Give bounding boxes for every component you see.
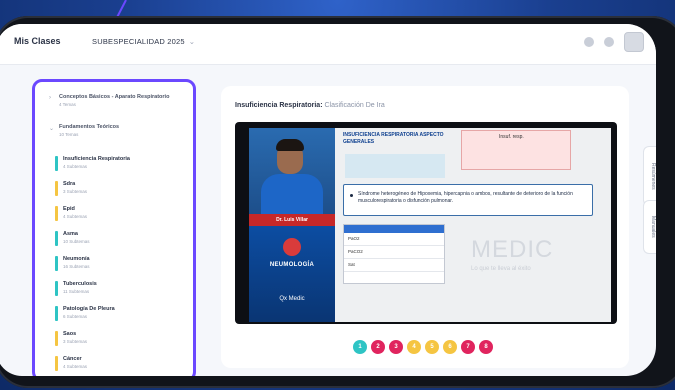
tab-resumenes[interactable]: Resúmenes xyxy=(643,146,656,206)
topic-item[interactable]: Asma 10 Subtemas xyxy=(55,231,193,246)
avatar[interactable] xyxy=(624,32,644,52)
topic-color-bar xyxy=(55,156,58,171)
pager-dot[interactable]: 2 xyxy=(371,340,385,354)
app-screen: Mis Clases SUBESPECIALIDAD 2025 ⌄ › Conce… xyxy=(0,24,656,376)
slide-table-header xyxy=(344,225,444,233)
breadcrumb-topic: Insuficiencia Respiratoria: xyxy=(235,102,323,109)
notification-icon[interactable] xyxy=(584,37,594,47)
course-selector[interactable]: SUBESPECIALIDAD 2025 ⌄ xyxy=(92,37,195,46)
topic-color-bar xyxy=(55,331,58,346)
slide-definition-text: Síndrome heterogéneo de Hipoxemia, hiper… xyxy=(358,191,573,204)
topic-color-bar xyxy=(55,256,58,271)
topic-name: Epid xyxy=(63,206,75,212)
pager-dot[interactable]: 8 xyxy=(479,340,493,354)
pager-dot[interactable]: 7 xyxy=(461,340,475,354)
tab-manuales[interactable]: Manuales xyxy=(643,200,656,254)
topics-sidebar: › Conceptos Básicos - Aparato Respirator… xyxy=(32,79,196,376)
topic-color-bar xyxy=(55,356,58,371)
breadcrumb-subtopic: Clasificación De Ira xyxy=(324,102,385,109)
section-subtitle: 10 Temas xyxy=(59,132,79,137)
presenter-panel: Dr. Luis Villar NEUMOLOGÍA Qx Medic xyxy=(249,128,335,322)
topic-item[interactable]: Epid 4 Subtemas xyxy=(55,206,193,221)
watermark: MEDIC xyxy=(471,236,554,263)
topic-count: 3 Subtemas xyxy=(63,189,88,194)
specialty-label: NEUMOLOGÍA xyxy=(269,262,315,268)
topic-count: 3 Subtemas xyxy=(63,339,88,344)
presenter-hair xyxy=(276,139,304,151)
bullet-icon xyxy=(350,194,353,197)
slide-annotation: Insuf. resp. xyxy=(499,134,524,140)
table-row: PaCO2 xyxy=(344,246,444,259)
brand-logo: Qx Medic xyxy=(279,296,305,302)
section-subtitle: 4 Temas xyxy=(59,102,76,107)
topic-count: 11 Subtemas xyxy=(63,289,90,294)
specialty-card: NEUMOLOGÍA Qx Medic xyxy=(249,226,335,322)
topic-name: Tuberculosis xyxy=(63,281,97,287)
watermark-tagline: Lo que te lleva al éxito xyxy=(471,266,531,272)
chevron-right-icon: › xyxy=(49,95,51,101)
topic-color-bar xyxy=(55,231,58,246)
topic-name: Sdra xyxy=(63,181,76,187)
section-title: Conceptos Básicos - Aparato Respiratorio xyxy=(59,94,170,100)
lungs-icon xyxy=(283,238,301,256)
slide-diagram xyxy=(345,154,445,178)
topic-count: 6 Subtemas xyxy=(63,314,88,319)
topic-count: 4 Subtemas xyxy=(63,364,88,369)
topic-name: Neumonía xyxy=(63,256,90,262)
top-bar: Mis Clases SUBESPECIALIDAD 2025 ⌄ xyxy=(0,24,656,65)
slide-definition-box: Síndrome heterogéneo de Hipoxemia, hiper… xyxy=(343,184,593,216)
chevron-down-icon: ⌄ xyxy=(188,37,196,46)
presenter-body xyxy=(261,174,323,214)
slide-title: INSUFICIENCIA RESPIRATORIA ASPECTO GENER… xyxy=(343,132,444,145)
brand-title: Mis Clases xyxy=(14,36,61,46)
settings-icon[interactable] xyxy=(604,37,614,47)
topic-item[interactable]: Cáncer 4 Subtemas xyxy=(55,356,193,371)
table-row: Sat xyxy=(344,259,444,272)
topic-count: 10 Subtemas xyxy=(63,239,90,244)
chevron-down-icon: ⌄ xyxy=(49,126,55,132)
pager-dot[interactable]: 1 xyxy=(353,340,367,354)
topic-name: Saos xyxy=(63,331,77,337)
pager-dot[interactable]: 5 xyxy=(425,340,439,354)
topic-color-bar xyxy=(55,281,58,296)
table-row: PaO2 xyxy=(344,233,444,246)
lecture-slide: INSUFICIENCIA RESPIRATORIA ASPECTO GENER… xyxy=(335,128,611,322)
topic-item[interactable]: Sdra 3 Subtemas xyxy=(55,181,193,196)
subtopic-pager: 12345678 xyxy=(353,340,493,354)
topic-color-bar xyxy=(55,306,58,321)
pager-dot[interactable]: 3 xyxy=(389,340,403,354)
topic-color-bar xyxy=(55,181,58,196)
main-panel: Insuficiencia Respiratoria: Clasificació… xyxy=(221,86,629,368)
topic-item[interactable]: Patología De Pleura 6 Subtemas xyxy=(55,306,193,321)
topic-count: 16 Subtemas xyxy=(63,264,90,269)
topic-item[interactable]: Neumonía 16 Subtemas xyxy=(55,256,193,271)
topic-name: Asma xyxy=(63,231,78,237)
slide-table: PaO2 PaCO2 Sat xyxy=(343,224,445,284)
topic-item[interactable]: Saos 3 Subtemas xyxy=(55,331,193,346)
topic-item[interactable]: Tuberculosis 11 Subtemas xyxy=(55,281,193,296)
topic-color-bar xyxy=(55,206,58,221)
presenter-video xyxy=(249,128,335,214)
topic-name: Patología De Pleura xyxy=(63,306,115,312)
presenter-name: Dr. Luis Villar xyxy=(249,214,335,226)
video-player[interactable]: Dr. Luis Villar NEUMOLOGÍA Qx Medic INSU… xyxy=(235,122,617,324)
tablet-frame: Mis Clases SUBESPECIALIDAD 2025 ⌄ › Conce… xyxy=(0,16,675,388)
section-fundamentos[interactable]: ⌄ Fundamentos Teóricos 10 Temas xyxy=(49,124,120,137)
breadcrumb: Insuficiencia Respiratoria: Clasificació… xyxy=(235,102,385,109)
pager-dot[interactable]: 4 xyxy=(407,340,421,354)
topic-name: Insuficiencia Respiratoria xyxy=(63,156,130,162)
section-title: Fundamentos Teóricos xyxy=(59,124,120,130)
toolbar-icons xyxy=(584,32,644,52)
topic-count: 4 Subtemas xyxy=(63,214,88,219)
topic-name: Cáncer xyxy=(63,356,82,362)
section-conceptos[interactable]: › Conceptos Básicos - Aparato Respirator… xyxy=(49,94,170,107)
course-selector-label: SUBESPECIALIDAD 2025 xyxy=(92,37,185,46)
pager-dot[interactable]: 6 xyxy=(443,340,457,354)
topic-item[interactable]: Insuficiencia Respiratoria 4 Subtemas xyxy=(55,156,193,171)
topic-count: 4 Subtemas xyxy=(63,164,88,169)
